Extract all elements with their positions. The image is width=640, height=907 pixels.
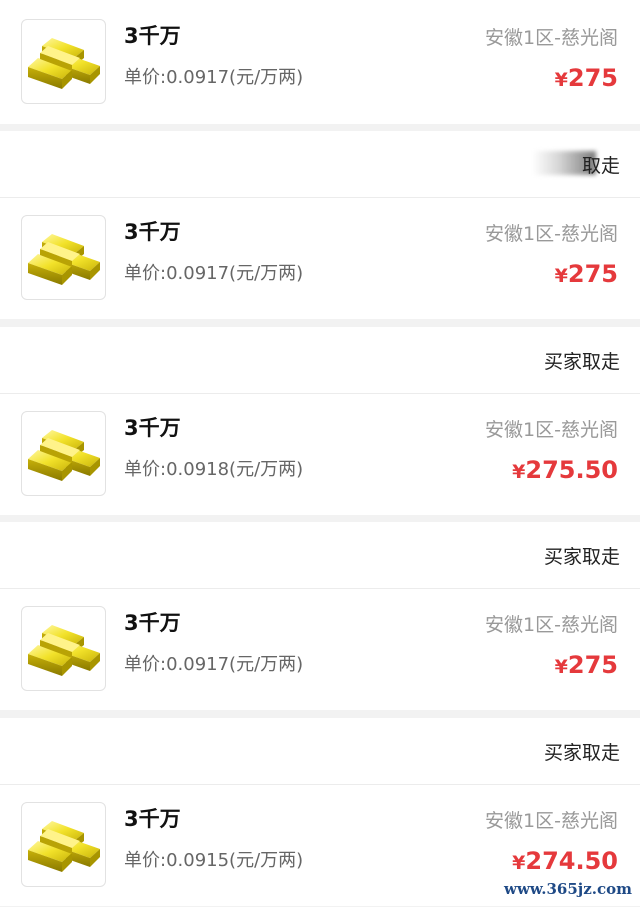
order-item[interactable]: 3千万 单价:0.0917(元/万两) 安徽1区-慈光阁 ¥275 — [0, 587, 640, 711]
gold-bars-icon — [21, 606, 106, 691]
item-server: 安徽1区-慈光阁 — [485, 810, 618, 832]
gold-bars-icon — [21, 19, 106, 104]
item-price: ¥275 — [554, 64, 618, 92]
order-card-4[interactable]: 买家取走 3千万 单价:0.0917(元/万两) 安徽1区-慈光阁 ¥275 — [0, 522, 640, 710]
order-status: 买家取走 — [543, 546, 620, 568]
item-unit-price: 单价:0.0918(元/万两) — [124, 459, 304, 480]
item-unit-price: 单价:0.0917(元/万两) — [124, 654, 304, 675]
item-price: ¥275.50 — [512, 456, 618, 484]
order-item[interactable]: 3千万 单价:0.0917(元/万两) 安徽1区-慈光阁 ¥275 — [0, 196, 640, 320]
order-status-row: 取走 — [0, 131, 640, 198]
order-card-2[interactable]: 取走 3千万 单价:0.0917(元/万两) 安徽1区-慈光阁 ¥275 — [0, 131, 640, 319]
item-unit-price: 单价:0.0917(元/万两) — [124, 263, 304, 284]
gold-bars-icon — [21, 411, 106, 496]
item-unit-price: 单价:0.0915(元/万两) — [124, 850, 304, 871]
order-card-3[interactable]: 买家取走 3千万 单价:0.0918(元/万两) 安徽1区-慈光阁 ¥275.5… — [0, 327, 640, 515]
item-name: 3千万 — [124, 807, 181, 831]
item-price: ¥275 — [554, 651, 618, 679]
order-item[interactable]: 3千万 单价:0.0917(元/万两) 安徽1区-慈光阁 ¥275 — [0, 0, 640, 124]
item-price: ¥275 — [554, 260, 618, 288]
watermark: www.365jz.com — [504, 880, 632, 898]
item-server: 安徽1区-慈光阁 — [485, 419, 618, 441]
item-price: ¥274.50 — [512, 847, 618, 875]
item-name: 3千万 — [124, 416, 181, 440]
item-name: 3千万 — [124, 220, 181, 244]
item-name: 3千万 — [124, 611, 181, 635]
order-status: 买家取走 — [543, 351, 620, 373]
gold-bars-icon — [21, 802, 106, 887]
item-server: 安徽1区-慈光阁 — [485, 27, 618, 49]
gold-bars-icon — [21, 215, 106, 300]
item-server: 安徽1区-慈光阁 — [485, 223, 618, 245]
order-status-row: 买家取走 — [0, 327, 640, 394]
item-name: 3千万 — [124, 24, 181, 48]
order-status: 买家取走 — [543, 742, 620, 764]
order-card-1[interactable]: 3千万 单价:0.0917(元/万两) 安徽1区-慈光阁 ¥275 — [0, 0, 640, 124]
order-status-row: 买家取走 — [0, 718, 640, 785]
item-server: 安徽1区-慈光阁 — [485, 614, 618, 636]
order-status: 取走 — [581, 155, 620, 177]
order-item[interactable]: 3千万 单价:0.0918(元/万两) 安徽1区-慈光阁 ¥275.50 — [0, 392, 640, 516]
order-status-row: 买家取走 — [0, 522, 640, 589]
order-card-5[interactable]: 买家取走 3千万 单价:0.0915(元/万两) 安徽1区-慈光阁 ¥274.5… — [0, 718, 640, 906]
item-unit-price: 单价:0.0917(元/万两) — [124, 67, 304, 88]
